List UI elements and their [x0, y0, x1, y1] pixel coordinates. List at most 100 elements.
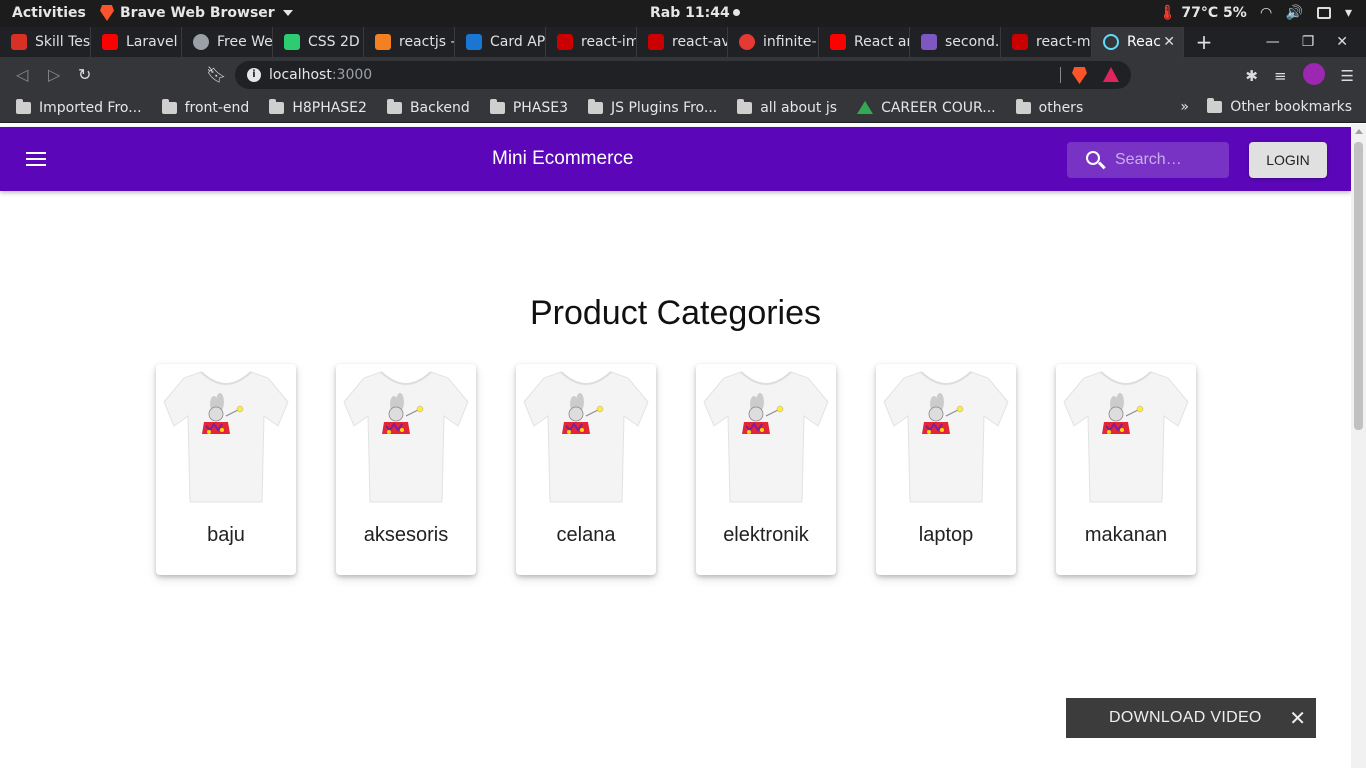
browser-tab[interactable]: CSS 2D: [273, 27, 364, 57]
address-bar[interactable]: i localhost:3000: [235, 61, 1131, 89]
browser-tab[interactable]: Card AP: [455, 27, 546, 57]
login-button[interactable]: LOGIN: [1249, 142, 1327, 178]
page-viewport: Mini Ecommerce LOGIN Product Categories …: [0, 124, 1366, 768]
bookmark-icon[interactable]: 🔖︎: [206, 65, 226, 84]
search-input[interactable]: [1115, 150, 1223, 170]
tab-favicon-icon: [102, 34, 118, 50]
category-card[interactable]: baju: [156, 364, 296, 575]
browser-tab-active[interactable]: Reac ✕: [1092, 27, 1184, 57]
bookmark-label: front-end: [184, 99, 250, 116]
bookmark-folder[interactable]: Backend: [386, 98, 470, 116]
extension-toolbar: ✱ ≡ ☰: [1245, 63, 1354, 85]
bookmark-folder[interactable]: JS Plugins Fro...: [588, 98, 718, 116]
tshirt-image: [696, 364, 836, 504]
activities-button[interactable]: Activities: [12, 5, 86, 21]
brave-rewards-icon[interactable]: [1103, 67, 1119, 82]
tab-label: Laravel: [126, 34, 178, 50]
minimize-icon[interactable]: —: [1266, 34, 1280, 50]
browser-tab[interactable]: react-av: [637, 27, 728, 57]
category-list: baju aksesoris celana elektronik laptop …: [156, 364, 1196, 575]
close-icon[interactable]: ✕: [1289, 706, 1306, 731]
volume-icon: 🔊: [1285, 5, 1303, 21]
tab-favicon-icon: [648, 34, 664, 50]
menu-icon[interactable]: ☰: [1341, 67, 1354, 85]
bookmark-link[interactable]: CAREER COUR...: [857, 100, 996, 116]
bookmark-folder[interactable]: H8PHASE2: [269, 98, 367, 116]
new-tab-button[interactable]: +: [1190, 30, 1218, 54]
scrollbar-thumb[interactable]: [1354, 142, 1363, 430]
more-bookmarks-button[interactable]: »: [1180, 99, 1189, 115]
browser-tab[interactable]: react-m: [1001, 27, 1092, 57]
system-clock[interactable]: Rab 11:44: [650, 5, 740, 21]
search-box[interactable]: [1067, 142, 1229, 178]
close-tab-icon[interactable]: ✕: [1163, 34, 1175, 50]
category-name: makanan: [1084, 524, 1168, 546]
scroll-up-icon[interactable]: [1355, 129, 1363, 134]
tab-label: Card AP: [490, 34, 545, 50]
tab-favicon-icon: [284, 34, 300, 50]
category-card[interactable]: aksesoris: [336, 364, 476, 575]
tab-label: Skill Tes: [35, 34, 90, 50]
forward-icon[interactable]: ▷: [48, 65, 60, 84]
category-card[interactable]: elektronik: [696, 364, 836, 575]
tab-favicon-icon: [466, 34, 482, 50]
bookmark-label: H8PHASE2: [292, 99, 367, 116]
other-bookmarks-folder[interactable]: Other bookmarks: [1207, 98, 1352, 115]
menu-icon[interactable]: [26, 152, 46, 166]
bookmarks-bar: Imported Fro... front-end H8PHASE2 Backe…: [0, 93, 1366, 123]
back-icon[interactable]: ◁: [16, 65, 28, 84]
react-icon: [1103, 34, 1119, 50]
folder-icon: [16, 98, 31, 114]
clock-text: Rab 11:44: [650, 5, 730, 21]
bookmark-folder[interactable]: all about js: [737, 98, 837, 116]
url-text[interactable]: localhost:3000: [269, 67, 372, 83]
download-video-label[interactable]: DOWNLOAD VIDEO: [1109, 709, 1262, 727]
browser-tab[interactable]: Skill Tes: [0, 27, 91, 57]
scrollbar[interactable]: [1351, 124, 1366, 768]
browser-tab[interactable]: react-im: [546, 27, 637, 57]
bookmark-folder[interactable]: others: [1015, 98, 1083, 116]
browser-tab[interactable]: second.: [910, 27, 1001, 57]
browser-tab[interactable]: Free We: [182, 27, 273, 57]
temperature-indicator: 🌡 77°C 5%: [1159, 5, 1247, 21]
info-icon[interactable]: i: [247, 68, 261, 82]
tshirt-image: [876, 364, 1016, 504]
tab-label: React ar: [854, 34, 909, 50]
bookmark-label: CAREER COUR...: [881, 99, 996, 116]
url-port: :3000: [331, 67, 373, 83]
system-tray[interactable]: 🌡 77°C 5% ◠ 🔊 ▾: [1159, 5, 1352, 21]
bookmark-folder[interactable]: PHASE3: [489, 98, 568, 116]
chevron-down-icon: ▾: [1344, 5, 1352, 21]
bookmark-label: JS Plugins Fro...: [611, 99, 718, 116]
close-window-icon[interactable]: ✕: [1336, 34, 1348, 50]
media-controls-icon[interactable]: ≡: [1274, 67, 1287, 85]
page-title: Product Categories: [529, 294, 822, 332]
bookmark-label: Backend: [409, 99, 470, 116]
profile-avatar[interactable]: [1302, 63, 1325, 85]
browser-tab-strip: Skill Tes Laravel Free We CSS 2D reactjs…: [0, 27, 1366, 57]
browser-tab[interactable]: infinite-: [728, 27, 819, 57]
category-card[interactable]: laptop: [876, 364, 1016, 575]
browser-tab[interactable]: Laravel: [91, 27, 182, 57]
drive-icon: [857, 101, 874, 114]
tab-label: Reac: [1127, 34, 1161, 50]
tshirt-image: [1056, 364, 1196, 504]
extensions-icon[interactable]: ✱: [1245, 67, 1258, 85]
browser-tab[interactable]: reactjs -: [364, 27, 455, 57]
bookmark-folder[interactable]: Imported Fro...: [16, 98, 142, 116]
bookmark-folder[interactable]: front-end: [161, 98, 250, 116]
brave-shields-icon[interactable]: [1072, 67, 1087, 84]
app-title: Mini Ecommerce: [492, 148, 634, 169]
browser-tab[interactable]: React ar: [819, 27, 910, 57]
category-card[interactable]: makanan: [1056, 364, 1196, 575]
restore-icon[interactable]: ❐: [1302, 34, 1315, 50]
app-bar: Mini Ecommerce LOGIN: [0, 127, 1351, 191]
reload-icon[interactable]: ↻: [78, 65, 91, 84]
app-menu[interactable]: Brave Web Browser: [100, 5, 293, 21]
window-controls: — ❐ ✕: [1266, 27, 1366, 57]
bookmark-label: Other bookmarks: [1230, 99, 1352, 115]
download-video-bar[interactable]: DOWNLOAD VIDEO ✕: [1066, 698, 1316, 738]
thermometer-icon: 🌡: [1158, 5, 1177, 21]
category-card[interactable]: celana: [516, 364, 656, 575]
wifi-icon: ◠: [1260, 5, 1272, 21]
